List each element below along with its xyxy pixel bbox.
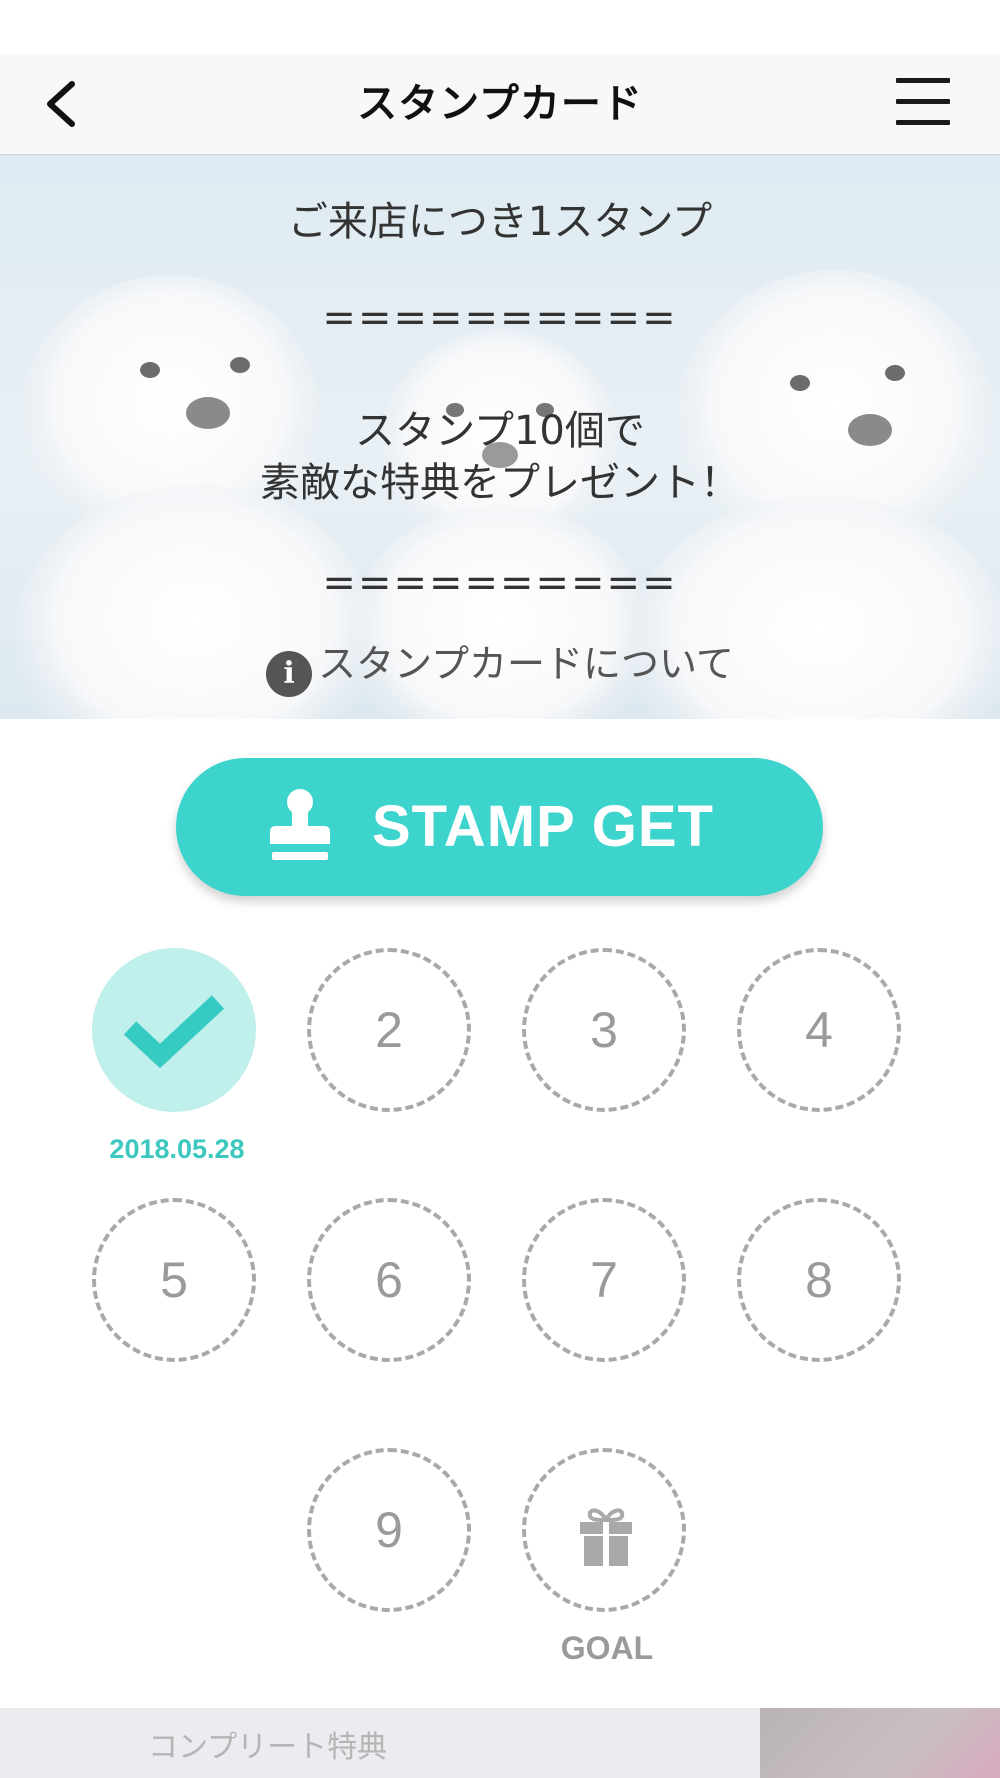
stamp-slot-4: 4 <box>737 948 901 1112</box>
menu-button[interactable] <box>896 78 950 128</box>
hero-divider-bottom: ========== <box>322 560 678 606</box>
hero-reward-line2: 素敵な特典をプレゼント！ <box>260 460 740 506</box>
hamburger-menu-icon <box>896 78 950 83</box>
page-title: スタンプカード <box>357 81 643 127</box>
reward-thumbnail-image <box>760 1708 1000 1778</box>
complete-reward-label: コンプリート特典 <box>148 1730 388 1765</box>
stamp-date-1: 2018.05.28 <box>109 1134 245 1164</box>
hero-reward-text: スタンプ10個で 素敵な特典をプレゼント！ <box>0 405 1000 509</box>
gift-icon <box>580 1508 632 1566</box>
goal-label: GOAL <box>560 1630 654 1666</box>
stamp-slot-5: 5 <box>92 1198 256 1362</box>
app-header: スタンプカード <box>0 54 1000 155</box>
complete-reward-bar[interactable]: コンプリート特典 <box>0 1708 1000 1778</box>
stamp-slot-3: 3 <box>522 948 686 1112</box>
info-icon: i <box>266 651 313 697</box>
checkmark-icon <box>123 995 225 1069</box>
stamp-slot-9: 9 <box>307 1448 471 1612</box>
stamp-icon <box>270 789 330 860</box>
status-bar-area <box>0 0 1000 54</box>
hero-stamp-rule: ご来店につき1スタンプ <box>287 199 713 245</box>
stamp-slot-goal <box>522 1448 686 1612</box>
hero-banner: ご来店につき1スタンプ ========== スタンプ10個で 素敵な特典をプレ… <box>0 155 1000 719</box>
about-stamp-card-link[interactable]: i スタンプカードについて <box>0 633 1000 697</box>
hero-reward-line1: スタンプ10個で <box>355 408 645 454</box>
about-stamp-card-label: スタンプカードについて <box>318 642 734 686</box>
stamp-get-button[interactable]: STAMP GET <box>176 758 823 896</box>
stamp-slot-1 <box>92 948 256 1112</box>
stamp-get-label: STAMP GET <box>372 794 714 859</box>
stamp-slot-2: 2 <box>307 948 471 1112</box>
stamp-slot-7: 7 <box>522 1198 686 1362</box>
stamp-slot-6: 6 <box>307 1198 471 1362</box>
hero-divider-top: ========== <box>322 295 678 341</box>
stamp-slot-8: 8 <box>737 1198 901 1362</box>
